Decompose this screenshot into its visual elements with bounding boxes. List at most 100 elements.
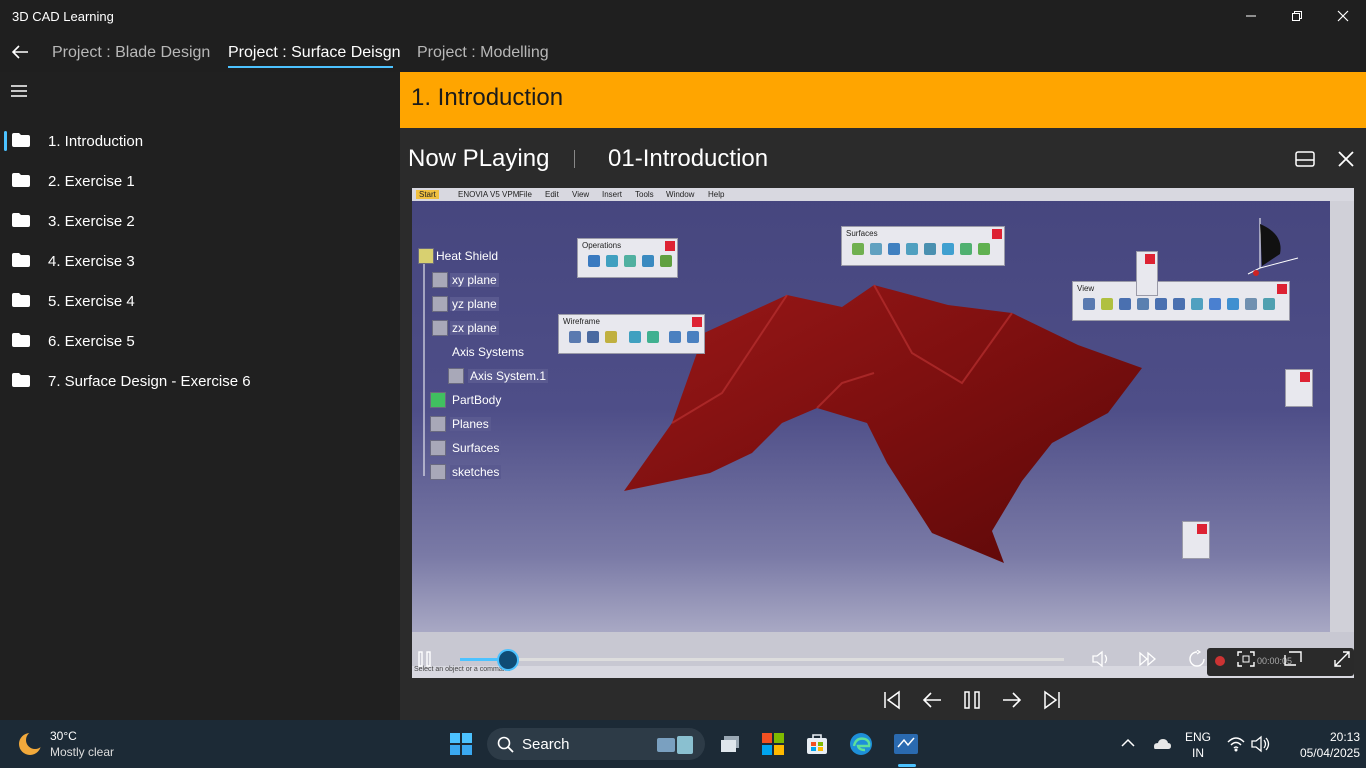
hamburger-icon — [11, 85, 27, 97]
operations-toolbar: Operations — [577, 238, 678, 278]
task-view-button[interactable] — [714, 728, 746, 760]
language-region[interactable]: IN — [1184, 746, 1212, 760]
toolbar-title: Surfaces — [846, 229, 878, 238]
aspect-ratio-icon — [1237, 651, 1255, 667]
tab-modelling[interactable]: Project : Modelling — [417, 44, 549, 62]
minimize-icon — [1246, 15, 1256, 17]
close-player-button[interactable] — [1335, 148, 1357, 170]
next-video-button[interactable] — [1000, 688, 1024, 712]
taskbar-search[interactable]: Search — [487, 728, 705, 760]
tool-icon — [606, 255, 618, 267]
microsoft-app-button[interactable] — [757, 728, 789, 760]
sidebar: 1. Introduction 2. Exercise 1 3. Exercis… — [0, 72, 400, 720]
last-video-button[interactable] — [1040, 688, 1064, 712]
toolbar-title: Wireframe — [563, 317, 600, 326]
tool-icon — [1209, 298, 1221, 310]
first-video-button[interactable] — [880, 688, 904, 712]
folder-icon — [12, 253, 30, 267]
weather-description[interactable]: Mostly clear — [50, 745, 114, 759]
geoset-icon — [430, 416, 446, 432]
toolbar-close-icon — [692, 317, 702, 327]
surfaces-toolbar: Surfaces — [841, 226, 1005, 266]
catia-menu-view: View — [572, 190, 590, 199]
tool-icon — [569, 331, 581, 343]
fullscreen-button[interactable] — [1331, 648, 1353, 670]
seek-handle[interactable] — [497, 649, 519, 671]
language-indicator[interactable]: ENG — [1184, 730, 1212, 744]
tool-icon — [642, 255, 654, 267]
store-app-button[interactable] — [801, 728, 833, 760]
arrow-left-icon — [922, 692, 941, 708]
play-pause-button[interactable] — [414, 648, 436, 670]
chevron-up-icon[interactable] — [1121, 738, 1135, 748]
sidebar-item-exercise-4[interactable]: 5. Exercise 4 — [0, 281, 400, 321]
catia-menu-tools: Tools — [635, 190, 654, 199]
divider — [574, 150, 575, 168]
tool-icon — [1191, 298, 1203, 310]
tool-icon — [647, 331, 659, 343]
cast-icon — [1284, 651, 1302, 666]
catia-menu-edit: Edit — [545, 190, 559, 199]
now-playing-bar: Now PLaying 01-Introduction — [400, 128, 1366, 188]
wifi-icon[interactable] — [1226, 735, 1246, 753]
menu-button[interactable] — [10, 82, 30, 102]
axis-icon — [448, 368, 464, 384]
catia-menu-bar: Start ENOVIA V5 VPM File Edit View Inser… — [412, 188, 1354, 201]
tab-surface-design[interactable]: Project : Surface Deisgn — [228, 44, 401, 62]
close-button[interactable] — [1320, 0, 1366, 32]
tool-icon — [888, 243, 900, 255]
clock-date[interactable]: 05/04/2025 — [1284, 746, 1360, 760]
weather-moon-icon[interactable] — [16, 730, 44, 758]
windows-logo-icon — [450, 733, 472, 755]
video-name: 01-Introduction — [608, 145, 769, 172]
compact-view-button[interactable] — [1294, 148, 1316, 170]
back-button[interactable] — [8, 40, 32, 64]
mini-player-icon — [1295, 151, 1315, 167]
sidebar-item-exercise-3[interactable]: 4. Exercise 3 — [0, 241, 400, 281]
cast-button[interactable] — [1282, 648, 1304, 670]
search-highlight-icon — [657, 736, 693, 754]
tree-item-surfaces: Surfaces — [450, 441, 502, 455]
tool-icon — [1119, 298, 1131, 310]
speaker-icon[interactable] — [1250, 735, 1272, 753]
weather-temperature[interactable]: 30°C — [50, 729, 77, 743]
sidebar-item-label: 2. Exercise 1 — [48, 172, 135, 190]
start-button[interactable] — [445, 728, 477, 760]
plane-icon — [432, 320, 448, 336]
minimize-button[interactable] — [1228, 0, 1274, 32]
aspect-ratio-button[interactable] — [1235, 648, 1257, 670]
skip-forward-button[interactable] — [1137, 648, 1159, 670]
sidebar-item-label: 1. Introduction — [48, 132, 144, 150]
restore-button[interactable] — [1274, 0, 1320, 32]
onedrive-cloud-icon[interactable] — [1150, 735, 1172, 751]
folder-icon — [12, 293, 30, 307]
arrow-right-icon — [1003, 692, 1022, 708]
edge-app-button[interactable] — [845, 728, 877, 760]
tool-icon — [1101, 298, 1113, 310]
tool-icon — [588, 255, 600, 267]
back-arrow-icon — [11, 45, 28, 59]
tool-icon — [852, 243, 864, 255]
previous-video-button[interactable] — [920, 688, 944, 712]
tab-blade-design[interactable]: Project : Blade Design — [52, 44, 210, 62]
sidebar-item-introduction[interactable]: 1. Introduction — [0, 121, 400, 161]
toolbar-close-icon — [992, 229, 1002, 239]
seek-bar[interactable] — [460, 658, 1064, 661]
video-player[interactable]: Start ENOVIA V5 VPM File Edit View Inser… — [412, 188, 1354, 678]
clock-time[interactable]: 20:13 — [1300, 730, 1360, 744]
volume-button[interactable] — [1090, 648, 1112, 670]
sidebar-item-surface-design-exercise-6[interactable]: 7. Surface Design - Exercise 6 — [0, 361, 400, 401]
catia-menu-enovia: ENOVIA V5 VPM — [458, 190, 520, 199]
store-bag-icon — [807, 734, 827, 754]
cad-learning-app-button[interactable] — [890, 728, 922, 760]
pause-icon — [964, 691, 980, 709]
edge-browser-icon — [850, 733, 872, 755]
sidebar-item-exercise-1[interactable]: 2. Exercise 1 — [0, 161, 400, 201]
close-icon — [1337, 10, 1349, 22]
sidebar-item-exercise-2[interactable]: 3. Exercise 2 — [0, 201, 400, 241]
replay-button[interactable] — [1186, 648, 1208, 670]
pause-button[interactable] — [960, 688, 984, 712]
folder-icon — [12, 133, 30, 147]
sidebar-item-exercise-5[interactable]: 6. Exercise 5 — [0, 321, 400, 361]
tool-icon — [687, 331, 699, 343]
